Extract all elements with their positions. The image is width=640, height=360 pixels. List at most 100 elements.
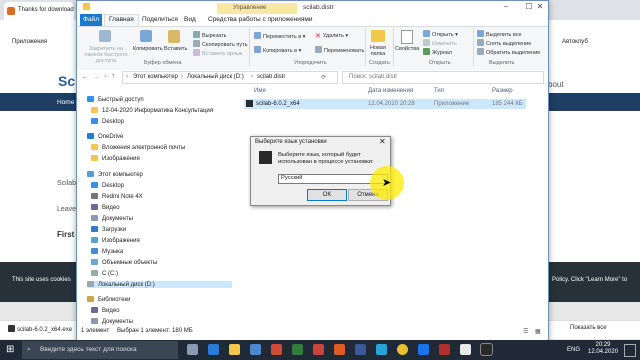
windows-start-icon[interactable]: ⊞: [6, 344, 18, 356]
invert-selection-icon: [477, 48, 484, 55]
nav-item[interactable]: Документы: [91, 215, 133, 222]
nav-item[interactable]: Redmi Note 4X: [91, 193, 143, 200]
details-view-icon[interactable]: ☰: [523, 328, 528, 335]
app-icon[interactable]: [376, 344, 387, 355]
history-button[interactable]: Журнал: [423, 48, 452, 56]
nav-item[interactable]: C (C:): [91, 270, 118, 277]
bookmark-apps[interactable]: Приложения: [12, 39, 47, 45]
nav-item[interactable]: Видео: [91, 307, 120, 314]
nav-libraries[interactable]: Библиотеки: [87, 296, 131, 303]
select-none-button[interactable]: Снять выделение: [477, 39, 531, 47]
breadcrumb-drive-d[interactable]: Локальный диск (D:): [187, 74, 244, 80]
show-all-downloads-button[interactable]: Показать все: [570, 325, 607, 331]
app-icon[interactable]: [313, 344, 324, 355]
app-icon[interactable]: [460, 344, 471, 355]
column-date[interactable]: Дата изменения: [368, 88, 413, 94]
open-button[interactable]: Открыть ▾: [423, 30, 458, 38]
taskbar-search-input[interactable]: ⌕ Введите здесь текст для поиска: [22, 341, 178, 359]
browser-tab[interactable]: Thanks for download: [4, 2, 74, 20]
nav-onedrive[interactable]: OneDrive: [87, 133, 123, 140]
language-indicator[interactable]: ENG: [567, 347, 580, 353]
app-icon[interactable]: [271, 344, 282, 355]
site-nav-about[interactable]: bout: [548, 80, 564, 89]
column-type[interactable]: Тип: [434, 88, 444, 94]
ok-button[interactable]: OK: [307, 189, 347, 201]
column-size[interactable]: Размер: [492, 88, 513, 94]
select-all-icon: [477, 30, 484, 37]
nav-item[interactable]: 12-04-2020 Информатика Консультация: [91, 107, 213, 114]
download-item[interactable]: scilab-6.0.2_x64.exe: [8, 325, 72, 333]
paste-shortcut-button[interactable]: Вставить ярлык: [193, 49, 242, 57]
breadcrumb-this-pc[interactable]: Этот компьютер: [133, 74, 178, 80]
close-button[interactable]: ✕: [529, 2, 551, 13]
store-icon[interactable]: [250, 344, 261, 355]
site-logo[interactable]: Sc: [58, 73, 75, 89]
file-explorer-icon[interactable]: [229, 344, 240, 355]
refresh-icon[interactable]: ⟳: [321, 74, 326, 81]
delete-button[interactable]: ✕ Удалить ▾: [315, 32, 348, 40]
move-to-button[interactable]: Переместить в ▾: [254, 32, 305, 40]
notifications-icon[interactable]: [624, 344, 636, 357]
chevron-right-icon: ›: [181, 74, 183, 80]
pin-quick-access-button[interactable]: Закрепить на панели быстрого доступа: [81, 46, 131, 64]
nav-label: Библиотеки: [98, 297, 131, 303]
invert-selection-button[interactable]: Обратить выделение: [477, 48, 540, 56]
back-arrow-icon[interactable]: ←: [81, 72, 89, 81]
edge-icon[interactable]: [208, 344, 219, 355]
copy-to-button[interactable]: Копировать в ▾: [254, 46, 301, 54]
group-label-open: Открыть: [429, 60, 451, 66]
up-arrow-icon[interactable]: ↑: [111, 71, 115, 80]
installer-taskbar-icon[interactable]: [480, 343, 493, 356]
bookmark-autoclub[interactable]: Автоклуб: [562, 39, 588, 45]
nav-this-pc[interactable]: Этот компьютер: [87, 171, 143, 178]
paste-button[interactable]: Вставить: [164, 46, 187, 52]
app-icon[interactable]: [292, 344, 303, 355]
breadcrumb-scilab-distr[interactable]: scilab.distr: [257, 74, 285, 80]
rename-button[interactable]: Переименовать: [315, 46, 364, 54]
minimize-button[interactable]: –: [495, 2, 517, 13]
nav-item[interactable]: Изображения: [91, 155, 140, 162]
task-view-icon[interactable]: [187, 344, 198, 355]
nav-item[interactable]: Desktop: [91, 118, 124, 125]
app-icon: [246, 100, 253, 107]
nav-item[interactable]: Музыка: [91, 248, 123, 255]
nav-item[interactable]: Вложения электронной почты: [91, 144, 185, 151]
app-icon[interactable]: [418, 344, 429, 355]
nav-item[interactable]: Документы: [91, 318, 133, 325]
app-icon[interactable]: [355, 344, 366, 355]
tab-app-tools[interactable]: Средства работы с приложениями: [204, 15, 317, 24]
clock[interactable]: 20:29 12.04.2020: [588, 342, 618, 356]
forward-arrow-icon[interactable]: →: [92, 72, 100, 81]
tab-view[interactable]: Вид: [180, 15, 200, 24]
search-input[interactable]: Поиск: scilab.distr: [342, 71, 544, 84]
nav-item[interactable]: Изображения: [91, 237, 140, 244]
nav-item[interactable]: Desktop: [91, 182, 124, 189]
address-bar[interactable]: › Этот компьютер › Локальный диск (D:) ›…: [122, 71, 338, 84]
table-row[interactable]: scilab-6.0.2_x64 12.04.2020 20:28 Прилож…: [244, 99, 526, 109]
app-icon[interactable]: [334, 344, 345, 355]
column-name[interactable]: Имя: [254, 88, 266, 94]
select-all-button[interactable]: Выделить все: [477, 30, 522, 38]
chrome-icon[interactable]: [397, 344, 408, 355]
cut-button[interactable]: Вырезать: [193, 31, 226, 39]
tab-file[interactable]: Файл: [80, 14, 102, 26]
site-nav-home[interactable]: Home: [57, 99, 74, 106]
nav-item[interactable]: Объемные объекты: [91, 259, 157, 266]
edit-button[interactable]: Изменить: [423, 39, 457, 47]
dialog-close-icon[interactable]: ✕: [379, 137, 386, 146]
history-icon: [423, 48, 430, 55]
recent-chevron-icon[interactable]: ⌄: [103, 72, 108, 79]
copy-path-button[interactable]: Скопировать путь: [193, 40, 248, 48]
nav-quick-access[interactable]: Быстрый доступ: [87, 96, 144, 103]
nav-item-selected[interactable]: Локальный диск (D:): [87, 281, 232, 288]
tiles-view-icon[interactable]: ▦: [535, 328, 541, 335]
copy-button[interactable]: Копировать: [133, 46, 163, 52]
nav-item[interactable]: Видео: [91, 204, 120, 211]
new-folder-button[interactable]: Новая папка: [367, 45, 389, 57]
app-icon[interactable]: [439, 344, 450, 355]
drive-icon: [91, 270, 98, 276]
tab-share[interactable]: Поделиться: [138, 15, 182, 24]
nav-item[interactable]: Загрузки: [91, 226, 126, 233]
properties-button[interactable]: Свойства: [395, 46, 419, 52]
open-icon: [423, 30, 430, 37]
